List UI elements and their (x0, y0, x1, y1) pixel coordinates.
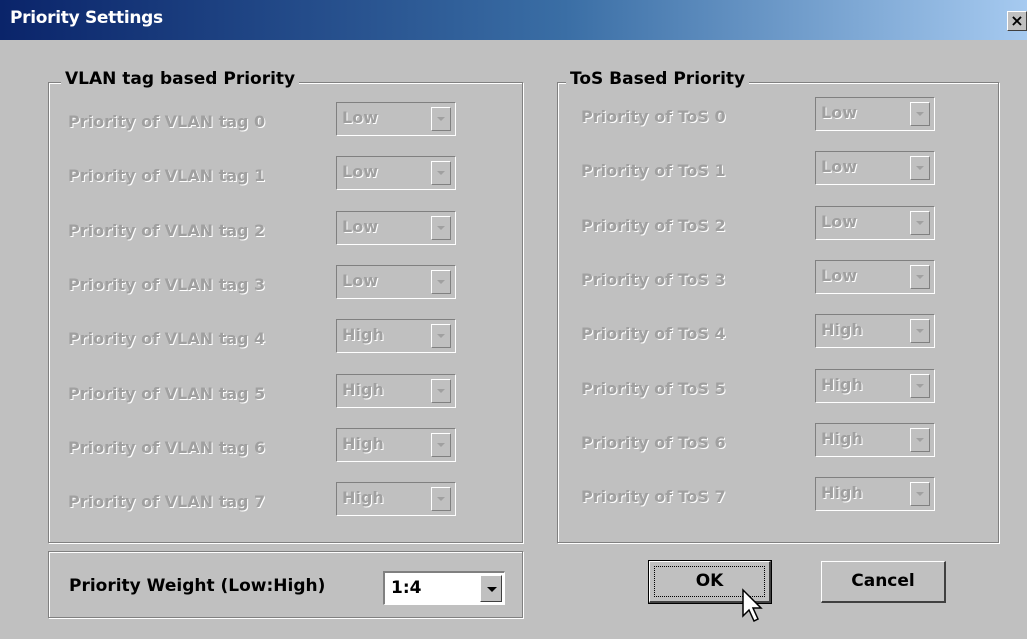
vlan-priority-group: VLAN tag based Priority (48, 69, 523, 543)
tos-priority-dropdown-1[interactable]: Low (815, 151, 935, 186)
chevron-down-icon[interactable] (431, 432, 451, 457)
tos-priority-value-7: High (821, 483, 863, 503)
tos-priority-dropdown-7[interactable]: High (815, 477, 935, 512)
tos-priority-dropdown-2[interactable]: Low (815, 205, 935, 240)
chevron-down-icon[interactable] (910, 102, 930, 126)
vlan-priority-dropdown-3[interactable]: Low (336, 264, 456, 299)
cancel-button[interactable]: Cancel (821, 561, 946, 603)
priority-weight-label: Priority Weight (Low:High) (69, 576, 326, 596)
vlan-priority-value-5: High (342, 379, 384, 399)
vlan-priority-dropdown-6[interactable]: High (336, 427, 456, 462)
priority-weight-value: 1:4 (391, 578, 422, 598)
vlan-priority-value-3: Low (342, 270, 378, 290)
vlan-priority-value-0: Low (342, 108, 378, 127)
vlan-priority-label-5: Priority of VLAN tag 5 (68, 383, 266, 403)
chevron-down-icon[interactable] (910, 482, 930, 507)
vlan-priority-value-4: High (342, 325, 384, 345)
vlan-priority-dropdown-4[interactable]: High (336, 319, 456, 354)
tos-priority-dropdown-3[interactable]: Low (815, 259, 935, 294)
tos-priority-label-0: Priority of ToS 0 (581, 107, 726, 126)
tos-priority-label-5: Priority of ToS 5 (581, 378, 726, 398)
tos-priority-label-6: Priority of ToS 6 (581, 432, 726, 452)
priority-settings-dialog: Priority Settings × VLAN tag based Prior… (0, 0, 1027, 639)
vlan-priority-value-6: High (342, 433, 384, 453)
close-icon[interactable]: × (1007, 11, 1027, 31)
vlan-priority-label-0: Priority of VLAN tag 0 (68, 112, 266, 131)
vlan-priority-label-3: Priority of VLAN tag 3 (68, 274, 266, 294)
chevron-down-icon[interactable] (431, 269, 451, 294)
tos-priority-value-5: High (821, 374, 863, 394)
window-title: Priority Settings (10, 8, 163, 28)
cancel-button-label: Cancel (851, 571, 915, 591)
vlan-priority-label-1: Priority of VLAN tag 1 (68, 166, 266, 186)
vlan-priority-dropdown-1[interactable]: Low (336, 156, 456, 191)
vlan-priority-value-2: Low (342, 216, 378, 236)
chevron-down-icon[interactable] (431, 107, 451, 131)
tos-priority-value-4: High (821, 320, 863, 340)
tos-priority-dropdown-0[interactable]: Low (815, 97, 935, 131)
tos-priority-label-7: Priority of ToS 7 (581, 487, 726, 507)
vlan-priority-dropdown-7[interactable]: High (336, 482, 456, 517)
tos-priority-label-1: Priority of ToS 1 (581, 161, 726, 181)
tos-priority-label-3: Priority of ToS 3 (581, 269, 726, 289)
tos-priority-dropdown-6[interactable]: High (815, 422, 935, 457)
chevron-down-icon[interactable] (431, 215, 451, 240)
title-bar[interactable]: Priority Settings × (0, 0, 1027, 40)
vlan-priority-value-1: Low (342, 162, 378, 182)
tos-priority-value-2: Low (821, 211, 857, 231)
vlan-priority-label-2: Priority of VLAN tag 2 (68, 220, 266, 240)
vlan-priority-label-7: Priority of VLAN tag 7 (68, 492, 266, 512)
tos-priority-value-0: Low (821, 103, 857, 122)
vlan-group-title: VLAN tag based Priority (61, 69, 300, 89)
tos-priority-dropdown-4[interactable]: High (815, 314, 935, 349)
chevron-down-icon[interactable] (431, 487, 451, 512)
chevron-down-icon[interactable] (431, 161, 451, 186)
chevron-down-icon[interactable] (910, 264, 930, 289)
chevron-down-icon[interactable] (910, 427, 930, 452)
priority-weight-group: Priority Weight (Low:High) 1:4 (48, 551, 523, 618)
tos-priority-value-3: Low (821, 265, 857, 285)
vlan-priority-label-4: Priority of VLAN tag 4 (68, 329, 266, 349)
tos-priority-label-4: Priority of ToS 4 (581, 324, 726, 344)
chevron-down-icon[interactable] (910, 210, 930, 235)
tos-priority-value-6: High (821, 428, 863, 448)
vlan-priority-label-6: Priority of VLAN tag 6 (68, 437, 266, 457)
chevron-down-icon[interactable] (480, 575, 502, 602)
priority-weight-dropdown[interactable]: 1:4 (383, 571, 505, 605)
chevron-down-icon[interactable] (431, 324, 451, 349)
mouse-cursor-icon (742, 588, 763, 623)
vlan-priority-dropdown-2[interactable]: Low (336, 210, 456, 245)
vlan-priority-value-7: High (342, 488, 384, 508)
tos-group-title: ToS Based Priority (566, 69, 750, 89)
vlan-priority-dropdown-5[interactable]: High (336, 373, 456, 408)
chevron-down-icon[interactable] (910, 156, 930, 181)
tos-priority-dropdown-5[interactable]: High (815, 368, 935, 403)
chevron-down-icon[interactable] (910, 373, 930, 398)
tos-priority-label-2: Priority of ToS 2 (581, 215, 726, 235)
tos-priority-value-1: Low (821, 157, 857, 177)
chevron-down-icon[interactable] (910, 319, 930, 344)
vlan-priority-dropdown-0[interactable]: Low (336, 102, 456, 136)
chevron-down-icon[interactable] (431, 378, 451, 403)
